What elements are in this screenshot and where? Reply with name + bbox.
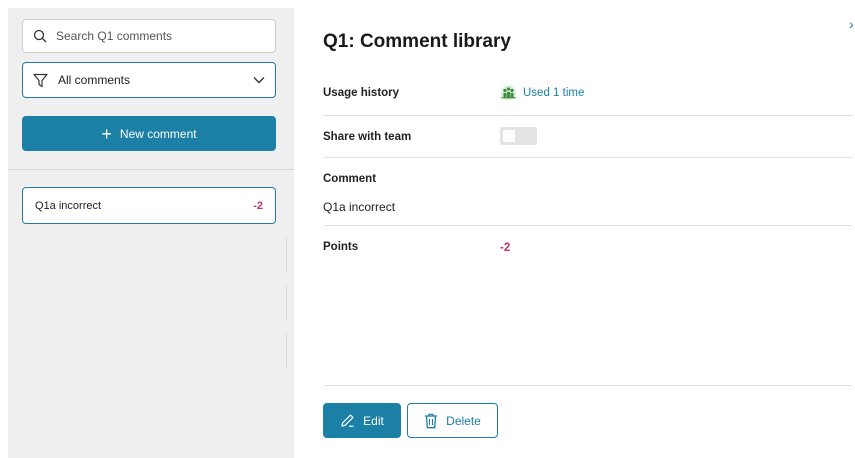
comment-list-item[interactable]: Q1a incorrect -2 — [22, 187, 276, 224]
toggle-knob — [503, 130, 515, 142]
search-icon — [33, 29, 47, 43]
chevron-right-icon[interactable]: › — [849, 16, 854, 32]
new-comment-button[interactable]: + New comment — [22, 116, 276, 151]
list-scroll-divider — [286, 285, 287, 321]
new-comment-label: New comment — [119, 126, 197, 141]
page-title: Q1: Comment library — [323, 31, 511, 52]
team-icon — [501, 85, 516, 101]
list-scroll-divider — [286, 237, 287, 273]
share-with-team-toggle[interactable] — [500, 127, 537, 145]
filter-selected-label: All comments — [58, 73, 131, 87]
chevron-down-icon — [253, 77, 265, 84]
search-box[interactable] — [22, 19, 276, 53]
pencil-icon — [341, 414, 354, 427]
comment-label: Comment — [323, 173, 377, 185]
comment-item-label: Q1a incorrect — [35, 199, 102, 212]
sidebar-divider — [8, 169, 294, 170]
share-with-team-label: Share with team — [323, 131, 412, 143]
comment-filter-select[interactable]: All comments — [22, 62, 276, 98]
row-divider — [323, 225, 853, 226]
footer-divider — [323, 385, 853, 386]
usage-history-value: Used 1 time — [523, 87, 585, 99]
row-divider — [323, 115, 853, 116]
list-scroll-divider — [286, 333, 287, 369]
comment-item-points: -2 — [253, 199, 263, 212]
usage-history-link[interactable]: Used 1 time — [500, 85, 584, 101]
comment-detail-panel: Q1: Comment library › Usage history Used… — [323, 0, 854, 458]
edit-label: Edit — [363, 413, 384, 428]
edit-button[interactable]: Edit — [323, 403, 401, 438]
usage-history-label: Usage history — [323, 87, 400, 99]
row-divider — [323, 157, 853, 158]
delete-button[interactable]: Delete — [407, 403, 498, 438]
comment-text: Q1a incorrect — [323, 200, 396, 214]
search-input[interactable] — [56, 29, 256, 43]
plus-icon: + — [101, 123, 112, 144]
points-value: -2 — [500, 242, 511, 254]
filter-icon — [33, 73, 48, 87]
delete-label: Delete — [446, 413, 481, 428]
points-label: Points — [323, 241, 359, 253]
trash-icon — [425, 413, 438, 428]
comment-sidebar: All comments + New comment Q1a incorrect… — [8, 8, 294, 458]
